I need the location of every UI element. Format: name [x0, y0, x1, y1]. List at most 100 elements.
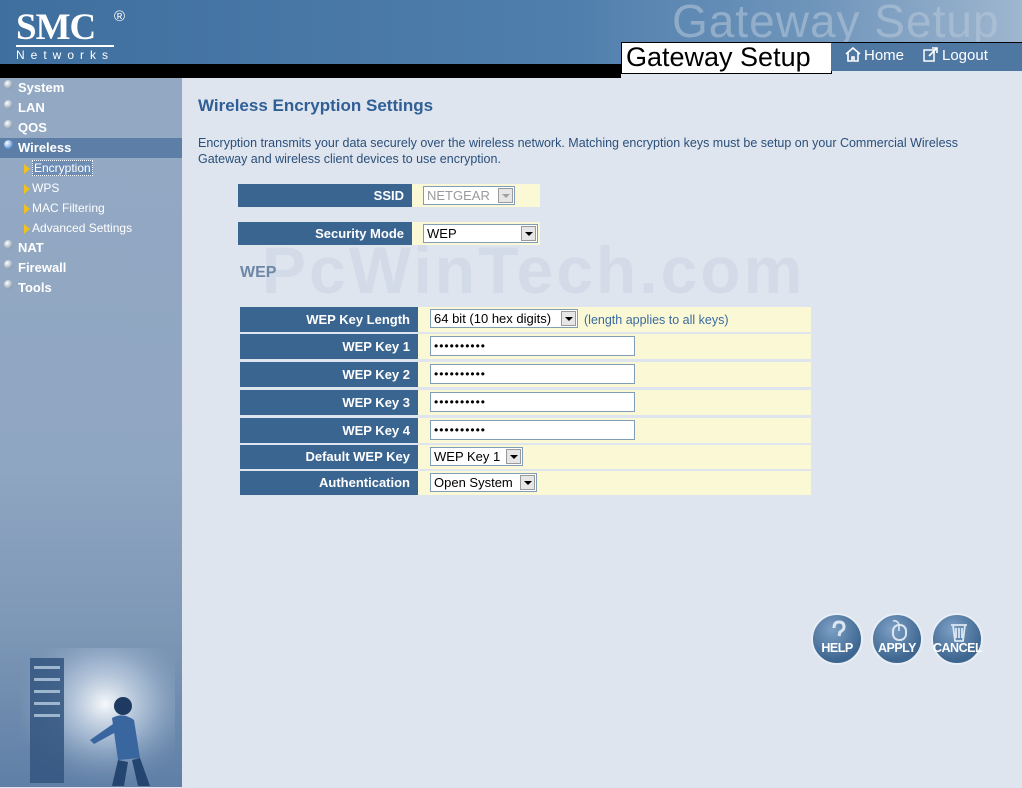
sidebar-item-label: LAN	[18, 100, 45, 115]
wep-key4-input[interactable]: ••••••••••	[430, 420, 635, 440]
wep-key4-label: WEP Key 4	[240, 418, 418, 443]
logo-divider	[16, 45, 114, 47]
gateway-setup-title: Gateway Setup	[626, 42, 811, 72]
wep-key2-input[interactable]: ••••••••••	[430, 364, 635, 384]
default-wep-key-value: WEP Key 1	[434, 449, 501, 464]
page-heading: Wireless Encryption Settings	[198, 96, 434, 115]
arrow-right-icon	[24, 164, 30, 174]
authentication-cell: Open System	[418, 471, 811, 495]
sidebar-subitem-wps[interactable]: WPS	[0, 178, 182, 198]
sidebar-subitem-label: WPS	[32, 181, 60, 195]
home-link[interactable]: Home	[845, 46, 905, 64]
sidebar-menu: System LAN QOS Wireless Encryption WPS M…	[0, 78, 182, 298]
default-wep-key-label: Default WEP Key	[240, 445, 418, 469]
wep-key1-label: WEP Key 1	[240, 334, 418, 359]
wep-key2-cell: ••••••••••	[418, 362, 811, 387]
sidebar-item-label: Firewall	[18, 260, 67, 275]
arrow-right-icon	[24, 184, 30, 194]
key-length-note: (length applies to all keys)	[584, 313, 729, 327]
wep-key1-cell: ••••••••••	[418, 334, 811, 359]
top-nav: Home Logout	[831, 42, 1022, 71]
apply-label: APPLY	[877, 641, 917, 655]
ssid-label: SSID	[238, 184, 412, 207]
wep-key-length-label: WEP Key Length	[240, 307, 418, 332]
sidebar-item-firewall[interactable]: Firewall	[0, 258, 182, 278]
logout-link[interactable]: Logout	[923, 47, 988, 64]
sidebar-item-label: Wireless	[18, 140, 72, 155]
security-mode-select[interactable]: WEP	[423, 224, 538, 243]
sidebar-subitem-label: Encryption	[32, 160, 93, 176]
wep-key3-cell: ••••••••••	[418, 390, 811, 415]
wep-key1-input[interactable]: ••••••••••	[430, 336, 635, 356]
default-wep-key-cell: WEP Key 1	[418, 445, 811, 469]
chevron-down-icon	[520, 475, 535, 490]
chevron-down-icon	[506, 449, 521, 464]
header-ghost-title: Gateway Setup	[672, 0, 1000, 47]
wep-key-length-select[interactable]: 64 bit (10 hex digits)	[430, 309, 578, 328]
apply-button[interactable]: APPLY	[871, 613, 923, 665]
wep-key3-label: WEP Key 3	[240, 390, 418, 415]
logo-networks: Networks	[16, 48, 115, 62]
wep-key2-label: WEP Key 2	[240, 362, 418, 387]
wep-key4-cell: ••••••••••	[418, 418, 811, 443]
authentication-select[interactable]: Open System	[430, 473, 537, 492]
sidebar-subitem-label: MAC Filtering	[32, 201, 105, 215]
sidebar-item-wireless[interactable]: Wireless	[0, 138, 182, 158]
main-content: Wireless Encryption Settings Encryption …	[182, 78, 1022, 787]
ssid-value-cell: NETGEAR	[412, 184, 540, 207]
sidebar-subitem-mac-filtering[interactable]: MAC Filtering	[0, 198, 182, 218]
security-mode-select-value: WEP	[427, 226, 457, 241]
home-label: Home	[864, 47, 905, 64]
arrow-right-icon	[24, 204, 30, 214]
sidebar-subitem-encryption[interactable]: Encryption	[0, 158, 182, 178]
sidebar-item-label: NAT	[18, 240, 44, 255]
sidebar-item-nat[interactable]: NAT	[0, 238, 182, 258]
authentication-label: Authentication	[240, 471, 418, 495]
sidebar-subitem-label: Advanced Settings	[32, 221, 133, 235]
ssid-select[interactable]: NETGEAR	[423, 186, 515, 205]
bullet-icon	[4, 120, 13, 129]
page-description: Encryption transmits your data securely …	[198, 136, 959, 166]
sidebar: System LAN QOS Wireless Encryption WPS M…	[0, 78, 182, 788]
sidebar-item-label: System	[18, 80, 65, 95]
chevron-down-icon	[498, 188, 513, 203]
help-label: HELP	[821, 641, 853, 655]
ssid-select-value: NETGEAR	[427, 188, 490, 203]
chevron-down-icon	[521, 226, 536, 241]
wep-key3-input[interactable]: ••••••••••	[430, 392, 635, 412]
wep-section-heading: WEP	[240, 264, 277, 281]
security-mode-label: Security Mode	[238, 222, 412, 245]
default-wep-key-select[interactable]: WEP Key 1	[430, 447, 523, 466]
logout-icon	[923, 47, 938, 62]
sidebar-item-system[interactable]: System	[0, 78, 182, 98]
sidebar-item-label: QOS	[18, 120, 47, 135]
logo-registered-mark: ®	[114, 8, 126, 25]
chevron-down-icon	[561, 311, 576, 326]
cancel-label: CANCEL	[933, 641, 983, 655]
arrow-right-icon	[24, 224, 30, 234]
bullet-icon	[4, 240, 13, 249]
sidebar-subitem-advanced-settings[interactable]: Advanced Settings	[0, 218, 182, 238]
bullet-icon	[4, 260, 13, 269]
bullet-icon	[4, 280, 13, 289]
bullet-icon	[4, 140, 13, 149]
home-icon	[845, 46, 861, 62]
sidebar-item-lan[interactable]: LAN	[0, 98, 182, 118]
wep-key-length-cell: 64 bit (10 hex digits) (length applies t…	[418, 307, 811, 332]
authentication-value: Open System	[434, 475, 513, 490]
sidebar-person-illustration	[20, 648, 175, 788]
bullet-icon	[4, 80, 13, 89]
header-black-bar	[0, 64, 621, 78]
smc-logo: SMC ® Networks	[10, 4, 130, 64]
sidebar-item-tools[interactable]: Tools	[0, 278, 182, 298]
sidebar-item-label: Tools	[18, 280, 52, 295]
cancel-button[interactable]: CANCEL	[931, 613, 983, 665]
logout-label: Logout	[942, 47, 988, 64]
help-button[interactable]: HELP	[811, 613, 863, 665]
page-title-box: Gateway Setup	[621, 42, 832, 74]
sidebar-item-qos[interactable]: QOS	[0, 118, 182, 138]
security-mode-value-cell: WEP	[412, 222, 540, 245]
logo-brand: SMC	[16, 7, 96, 48]
bullet-icon	[4, 100, 13, 109]
wep-key-length-value: 64 bit (10 hex digits)	[434, 311, 552, 326]
